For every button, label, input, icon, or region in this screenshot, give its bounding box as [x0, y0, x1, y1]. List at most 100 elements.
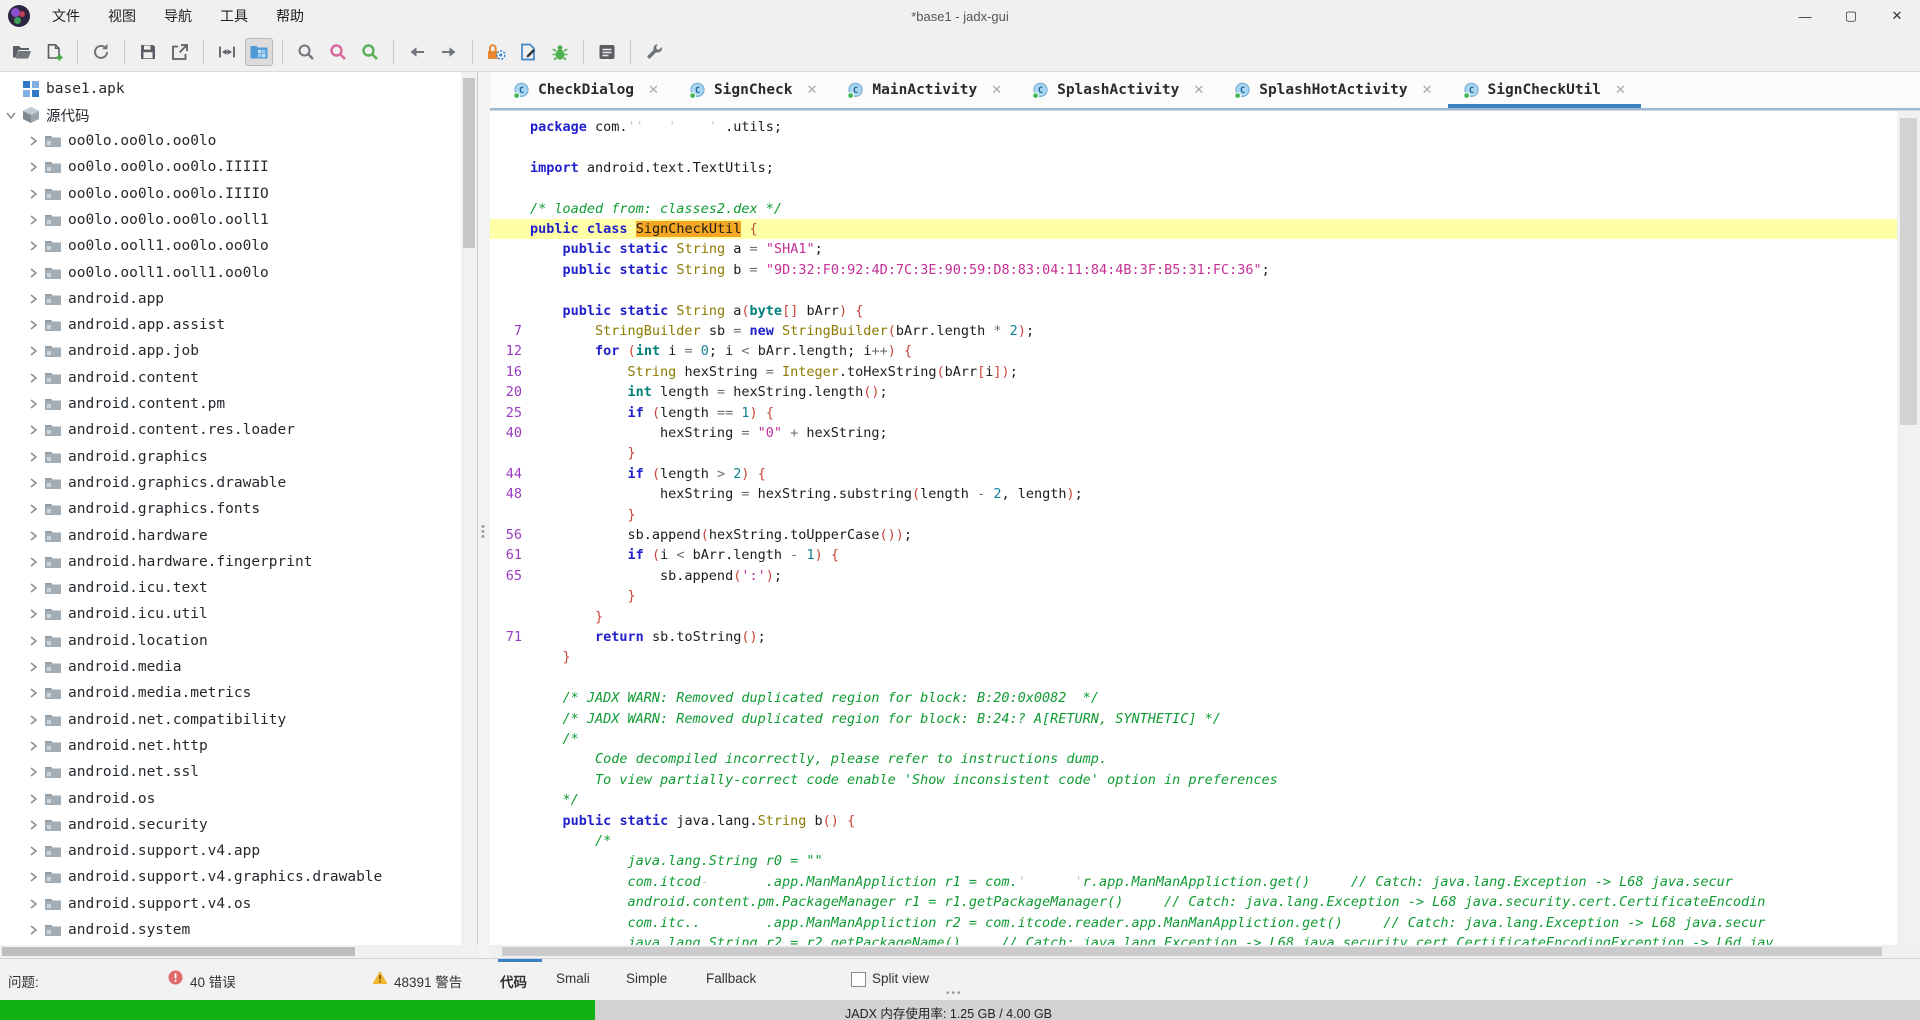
chevron-right-icon[interactable] [26, 160, 40, 174]
chevron-right-icon[interactable] [26, 318, 40, 332]
tree-item-package[interactable]: android.media.metrics [0, 680, 478, 706]
warnings-count[interactable]: 48391 警告 [394, 971, 462, 991]
tab-SplashActivity[interactable]: CSplashActivity✕ [1017, 72, 1219, 108]
scrollbar-thumb[interactable] [502, 947, 1882, 956]
tab-SplashHotActivity[interactable]: CSplashHotActivity✕ [1219, 72, 1447, 108]
tab-MainActivity[interactable]: CMainActivity✕ [832, 72, 1017, 108]
menu-item-2[interactable]: 导航 [152, 2, 204, 30]
forward-icon[interactable] [435, 38, 463, 66]
chevron-right-icon[interactable] [26, 239, 40, 253]
preferences-icon[interactable] [640, 38, 668, 66]
tree-item-package[interactable]: android.os [0, 786, 478, 812]
menu-item-3[interactable]: 工具 [208, 2, 260, 30]
tree-item-package[interactable]: oo0lo.ooll1.ooll1.oo0lo [0, 260, 478, 286]
reload-icon[interactable] [87, 38, 115, 66]
scrollbar-thumb[interactable] [463, 78, 475, 248]
close-icon[interactable]: ✕ [807, 82, 818, 98]
chevron-right-icon[interactable] [26, 870, 40, 884]
tree-item-package[interactable]: android.security [0, 812, 478, 838]
tab-SignCheckUtil[interactable]: CSignCheckUtil✕ [1448, 72, 1641, 108]
view-mode-tab-Fallback[interactable]: Fallback [706, 971, 756, 986]
tree-item-package[interactable]: android.graphics.drawable [0, 470, 478, 496]
tree-item-package[interactable]: android.support.v4.os [0, 891, 478, 917]
tab-SignCheck[interactable]: CSignCheck✕ [674, 72, 832, 108]
chevron-right-icon[interactable] [26, 765, 40, 779]
chevron-right-icon[interactable] [26, 607, 40, 621]
tree-item-package[interactable]: android.icu.text [0, 575, 478, 601]
add-files-icon[interactable] [40, 38, 68, 66]
tree-item-package[interactable]: android.media [0, 654, 478, 680]
scrollbar-thumb[interactable] [2, 947, 355, 956]
tree-item-package[interactable]: android.graphics [0, 444, 478, 470]
tree-item-package[interactable]: android.support.v4.graphics.drawable [0, 864, 478, 890]
chevron-right-icon[interactable] [26, 450, 40, 464]
errors-count[interactable]: 40 错误 [190, 971, 236, 991]
chevron-down-icon[interactable] [4, 108, 18, 122]
tree-item-package[interactable]: android.hardware.fingerprint [0, 549, 478, 575]
search-icon[interactable] [292, 38, 320, 66]
chevron-right-icon[interactable] [26, 686, 40, 700]
view-mode-tab-Smali[interactable]: Smali [556, 971, 590, 986]
tree-item-package[interactable]: android.icu.util [0, 601, 478, 627]
tree-item-package[interactable]: android.net.compatibility [0, 707, 478, 733]
close-icon[interactable]: ✕ [1422, 82, 1433, 98]
chevron-right-icon[interactable] [26, 134, 40, 148]
tree-item-package[interactable]: android.net.ssl [0, 759, 478, 785]
split-view-checkbox[interactable] [851, 972, 866, 987]
close-button[interactable]: ✕ [1874, 0, 1920, 32]
export-icon[interactable] [166, 38, 194, 66]
flatten-packages-icon[interactable] [213, 38, 241, 66]
tree-item-package[interactable]: android.system [0, 917, 478, 943]
chevron-right-icon[interactable] [26, 502, 40, 516]
chevron-right-icon[interactable] [26, 713, 40, 727]
class-search-icon[interactable] [356, 38, 384, 66]
log-viewer-icon[interactable] [593, 38, 621, 66]
editor-horizontal-scrollbar[interactable] [490, 945, 1920, 958]
chevron-right-icon[interactable] [26, 187, 40, 201]
deobfuscation-icon[interactable] [482, 38, 510, 66]
code-editor[interactable]: package com.'' ' ' .utils;import android… [490, 110, 1920, 946]
close-icon[interactable]: ✕ [1615, 82, 1626, 98]
splitter-grip-icon[interactable]: ••• [481, 525, 485, 540]
chevron-right-icon[interactable] [26, 634, 40, 648]
tree-item-package[interactable]: android.app.job [0, 338, 478, 364]
chevron-right-icon[interactable] [26, 529, 40, 543]
view-mode-tab-Simple[interactable]: Simple [626, 971, 667, 986]
tree-item-package[interactable]: android.hardware [0, 523, 478, 549]
tree-item-package[interactable]: android.app [0, 286, 478, 312]
chevron-right-icon[interactable] [26, 266, 40, 280]
chevron-right-icon[interactable] [26, 844, 40, 858]
panel-splitter[interactable] [478, 72, 490, 958]
close-icon[interactable]: ✕ [1193, 82, 1204, 98]
chevron-right-icon[interactable] [26, 292, 40, 306]
tree-item-package[interactable]: oo0lo.oo0lo.oo0lo [0, 128, 478, 154]
chevron-right-icon[interactable] [26, 344, 40, 358]
chevron-right-icon[interactable] [26, 371, 40, 385]
resize-grip-icon[interactable]: ••• [946, 988, 963, 999]
debugger-icon[interactable] [546, 38, 574, 66]
maximize-button[interactable]: ▢ [1828, 0, 1874, 32]
tree-item-package[interactable]: android.location [0, 628, 478, 654]
tree-item-package[interactable]: android.graphics.fonts [0, 496, 478, 522]
chevron-right-icon[interactable] [26, 660, 40, 674]
editor-vertical-scrollbar[interactable] [1897, 111, 1920, 945]
chevron-right-icon[interactable] [26, 739, 40, 753]
menu-item-4[interactable]: 帮助 [264, 2, 316, 30]
sidebar-horizontal-scrollbar[interactable] [0, 945, 478, 958]
scrollbar-thumb[interactable] [1900, 118, 1917, 425]
tree-item-package[interactable]: android.support.v4.app [0, 838, 478, 864]
text-search-icon[interactable] [324, 38, 352, 66]
tab-CheckDialog[interactable]: CCheckDialog✕ [498, 72, 674, 108]
close-icon[interactable]: ✕ [648, 82, 659, 98]
minimize-button[interactable]: — [1782, 0, 1828, 32]
tree-item-package[interactable]: android.content.res.loader [0, 417, 478, 443]
chevron-right-icon[interactable] [26, 555, 40, 569]
tree-item-package[interactable]: android.content.pm [0, 391, 478, 417]
tree-item-package[interactable]: oo0lo.oo0lo.oo0lo.IIIII [0, 154, 478, 180]
chevron-right-icon[interactable] [26, 397, 40, 411]
menu-item-1[interactable]: 视图 [96, 2, 148, 30]
chevron-right-icon[interactable] [26, 581, 40, 595]
chevron-right-icon[interactable] [26, 818, 40, 832]
back-icon[interactable] [403, 38, 431, 66]
tree-item-package[interactable]: oo0lo.ooll1.oo0lo.oo0lo [0, 233, 478, 259]
